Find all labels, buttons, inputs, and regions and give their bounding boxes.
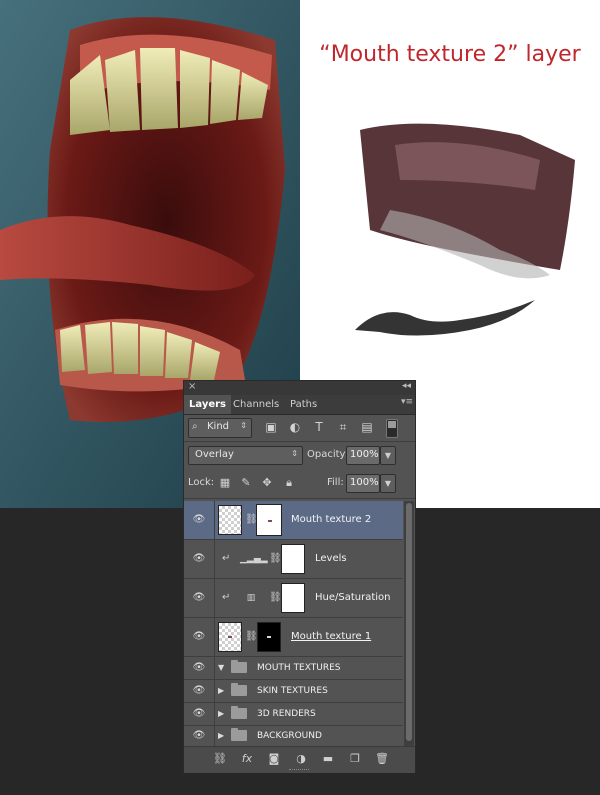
group-row-background[interactable]: 👁︎ ▶ BACKGROUND — [184, 726, 403, 747]
blend-mode-select[interactable]: Overlay ⇕ — [188, 446, 303, 465]
search-icon: ⌕ — [192, 421, 198, 432]
group-row-3d-renders[interactable]: 👁︎ ▶ 3D RENDERS — [184, 703, 403, 726]
new-layer-icon[interactable]: ❐ — [347, 752, 363, 766]
scrollbar-thumb[interactable] — [406, 503, 412, 741]
fill-input[interactable]: 100% — [346, 474, 380, 493]
opacity-dropdown-button[interactable]: ▼ — [380, 446, 396, 465]
link-chain-icon[interactable]: ⛓︎ — [269, 552, 282, 566]
group-row-mouth-textures[interactable]: 👁︎ ▼ MOUTH TEXTURES — [184, 657, 403, 680]
panel-footer: ⛓︎ fx ◙ ◑ ▬ ❐ 🗑︎ — [184, 746, 415, 773]
filter-toggle[interactable] — [386, 419, 398, 438]
fx-icon[interactable]: fx — [239, 752, 255, 766]
hue-saturation-adjustment-icon: ▥ — [246, 593, 256, 603]
layers-scrollbar[interactable] — [404, 501, 414, 746]
layer-row-mouth-texture-2[interactable]: 👁︎ ⛓︎ Mouth texture 2 — [184, 501, 403, 540]
layer-mask-thumbnail[interactable] — [281, 544, 305, 574]
layer-name: Mouth texture 2 — [291, 514, 372, 525]
texture-caption: “Mouth texture 2” layer — [319, 42, 581, 67]
visibility-eye-icon[interactable]: 👁︎ — [192, 708, 206, 720]
filter-kind-label: Kind — [207, 421, 230, 432]
new-adjustment-icon[interactable]: ◑ — [293, 752, 309, 766]
folder-icon — [231, 660, 247, 673]
filter-kind-select[interactable]: ⌕ Kind ⇕ — [188, 418, 252, 438]
expand-arrow-icon[interactable]: ▶ — [218, 686, 224, 696]
group-name: BACKGROUND — [257, 731, 322, 741]
visibility-eye-icon[interactable]: 👁︎ — [192, 553, 206, 565]
panel-tabs: Layers Channels Paths ▾≡ — [184, 395, 415, 415]
smart-object-filter-icon[interactable]: ▤ — [360, 420, 374, 434]
lock-transparent-pixels-icon[interactable]: ▦ — [218, 476, 232, 490]
select-arrows-icon: ⇕ — [240, 421, 247, 430]
expand-arrow-icon[interactable]: ▶ — [218, 709, 224, 719]
group-name: SKIN TEXTURES — [257, 686, 328, 696]
layer-row-levels[interactable]: 👁︎ ↵ ▁▂▄▂ ⛓︎ Levels — [184, 540, 403, 579]
link-chain-icon[interactable]: ⛓︎ — [245, 513, 258, 527]
panel-menu-icon[interactable]: ▾≡ — [401, 397, 413, 407]
folder-icon — [231, 683, 247, 696]
fill-value: 100% — [350, 477, 379, 488]
group-name: 3D RENDERS — [257, 709, 316, 719]
divider — [184, 441, 415, 442]
image-filter-icon[interactable]: ▣ — [264, 420, 278, 434]
link-layers-icon[interactable]: ⛓︎ — [212, 752, 228, 766]
shape-filter-icon[interactable]: ⌗ — [336, 420, 350, 434]
new-group-icon[interactable]: ▬ — [320, 752, 336, 766]
link-chain-icon[interactable]: ⛓︎ — [269, 591, 282, 605]
divider — [184, 498, 415, 499]
type-filter-icon[interactable]: T — [312, 420, 326, 434]
collapse-panel-icon[interactable]: ◂◂ — [402, 381, 411, 391]
opacity-label: Opacity: — [307, 449, 349, 460]
resize-grip[interactable] — [289, 769, 309, 772]
group-name: MOUTH TEXTURES — [257, 663, 341, 673]
visibility-eye-icon[interactable]: 👁︎ — [192, 662, 206, 674]
add-mask-icon[interactable]: ◙ — [266, 752, 282, 766]
layer-mask-thumbnail[interactable] — [256, 504, 282, 536]
layer-mask-thumbnail[interactable] — [281, 583, 305, 613]
visibility-eye-icon[interactable]: 👁︎ — [192, 592, 206, 604]
link-chain-icon[interactable]: ⛓︎ — [245, 630, 258, 644]
visibility-eye-icon[interactable]: 👁︎ — [192, 685, 206, 697]
tab-channels[interactable]: Channels — [228, 395, 284, 414]
adjustment-filter-icon[interactable]: ◐ — [288, 420, 302, 434]
lock-all-icon[interactable]: 🔒︎ — [282, 476, 296, 490]
group-row-skin-textures[interactable]: 👁︎ ▶ SKIN TEXTURES — [184, 680, 403, 703]
layer-name: Hue/Saturation — [315, 592, 391, 603]
lock-row: Lock: ▦ ✎ ✥ 🔒︎ Fill: 100% ▼ — [188, 474, 412, 494]
select-arrows-icon: ⇕ — [291, 449, 298, 458]
layer-thumbnail — [218, 622, 242, 652]
folder-icon — [231, 706, 247, 719]
visibility-eye-icon[interactable]: 👁︎ — [192, 631, 206, 643]
fill-dropdown-button[interactable]: ▼ — [380, 474, 396, 493]
tab-paths[interactable]: Paths — [285, 395, 322, 414]
layer-name: Levels — [315, 553, 347, 564]
panel-titlebar: × ◂◂ — [184, 381, 415, 395]
lock-label: Lock: — [188, 477, 215, 488]
layer-row-mouth-texture-1[interactable]: 👁︎ ⛓︎ Mouth texture 1 — [184, 618, 403, 657]
blend-mode-value: Overlay — [195, 449, 234, 460]
layer-row-hue-saturation[interactable]: 👁︎ ↵ ▥ ⛓︎ Hue/Saturation — [184, 579, 403, 618]
close-panel-icon[interactable]: × — [188, 381, 196, 392]
layers-list: 👁︎ ⛓︎ Mouth texture 2 👁︎ ↵ ▁▂▄▂ ⛓︎ Level… — [184, 501, 403, 747]
delete-layer-icon[interactable]: 🗑︎ — [374, 752, 390, 766]
layer-thumbnail — [218, 505, 242, 535]
expand-arrow-icon[interactable]: ▶ — [218, 731, 224, 741]
levels-adjustment-icon: ▁▂▄▂ — [240, 554, 268, 564]
expand-arrow-icon[interactable]: ▼ — [218, 663, 224, 673]
layer-name: Mouth texture 1 — [291, 631, 372, 642]
layers-panel: × ◂◂ Layers Channels Paths ▾≡ ⌕ Kind ⇕ ▣… — [183, 380, 416, 773]
opacity-value: 100% — [350, 449, 379, 460]
folder-icon — [231, 728, 247, 741]
lock-position-icon[interactable]: ✥ — [260, 476, 274, 490]
tab-layers[interactable]: Layers — [184, 395, 231, 414]
visibility-eye-icon[interactable]: 👁︎ — [192, 730, 206, 742]
blend-row: Overlay ⇕ Opacity: 100% ▼ — [188, 446, 412, 466]
filter-row: ⌕ Kind ⇕ ▣ ◐ T ⌗ ▤ — [188, 418, 412, 438]
lock-image-pixels-icon[interactable]: ✎ — [239, 476, 253, 490]
visibility-eye-icon[interactable]: 👁︎ — [192, 514, 206, 526]
opacity-input[interactable]: 100% — [346, 446, 380, 465]
clipping-arrow-icon: ↵ — [222, 592, 231, 603]
fill-label: Fill: — [327, 477, 344, 488]
layer-mask-thumbnail[interactable] — [257, 622, 281, 652]
clipping-arrow-icon: ↵ — [222, 553, 231, 564]
